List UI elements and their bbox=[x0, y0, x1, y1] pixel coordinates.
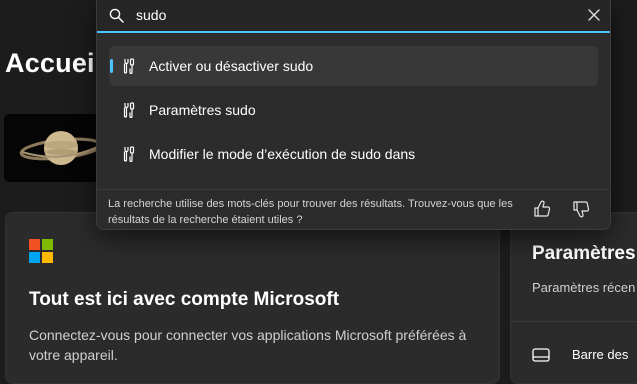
settings-tools-icon bbox=[123, 146, 135, 162]
search-input[interactable] bbox=[136, 4, 576, 26]
microsoft-card-title: Tout est ici avec compte Microsoft bbox=[29, 289, 340, 310]
microsoft-logo-icon bbox=[29, 239, 53, 263]
search-flyout: Activer ou désactiver sudo Paramètres su… bbox=[96, 0, 611, 230]
search-result-item[interactable]: Modifier le mode d’exécution de sudo dan… bbox=[109, 134, 598, 174]
search-result-item[interactable]: Activer ou désactiver sudo bbox=[109, 46, 598, 86]
microsoft-account-card[interactable]: Tout est ici avec compte Microsoft Conne… bbox=[5, 212, 500, 384]
selection-indicator bbox=[110, 59, 113, 73]
close-icon[interactable] bbox=[588, 9, 600, 21]
settings-tools-icon bbox=[123, 102, 135, 118]
settings-tools-icon bbox=[123, 58, 135, 74]
search-results-list: Activer ou désactiver sudo Paramètres su… bbox=[109, 46, 598, 178]
microsoft-card-description: Connectez-vous pour connecter vos applic… bbox=[29, 327, 467, 363]
search-box[interactable] bbox=[97, 0, 610, 33]
divider bbox=[97, 189, 610, 190]
search-icon bbox=[109, 8, 124, 23]
recent-setting-label: Barre des bbox=[572, 347, 629, 362]
thumbs-up-icon[interactable] bbox=[533, 200, 551, 218]
page-title: Accueil bbox=[5, 48, 103, 78]
settings-card-title: Paramètres bbox=[532, 243, 636, 264]
search-result-label: Paramètres sudo bbox=[149, 102, 256, 118]
taskbar-icon bbox=[532, 347, 550, 362]
divider bbox=[511, 321, 637, 322]
recent-settings-card: Paramètres Paramètres récen Barre des bbox=[510, 212, 637, 384]
thumbs-down-icon[interactable] bbox=[572, 200, 590, 218]
search-result-label: Modifier le mode d’exécution de sudo dan… bbox=[149, 146, 416, 162]
search-feedback-text: La recherche utilise des mots-clés pour … bbox=[108, 198, 513, 226]
search-result-item[interactable]: Paramètres sudo bbox=[109, 90, 598, 130]
settings-card-subtitle: Paramètres récen bbox=[532, 280, 636, 295]
search-result-label: Activer ou désactiver sudo bbox=[149, 58, 314, 74]
recent-setting-taskbar[interactable]: Barre des bbox=[532, 347, 628, 362]
